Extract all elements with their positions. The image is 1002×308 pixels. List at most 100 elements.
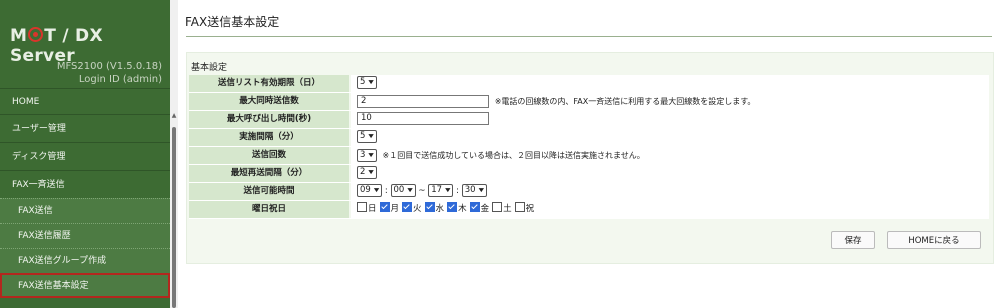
weekday-option[interactable]: 月 — [379, 202, 400, 214]
weekday-option[interactable]: 日 — [357, 202, 377, 214]
checkbox-icon[interactable] — [469, 202, 480, 212]
weekday-label: 祝 — [525, 204, 535, 214]
end-hour-select[interactable]: 17 ▼ — [428, 184, 454, 197]
send-count-select[interactable]: 3 ▼ — [357, 149, 377, 162]
main-content: FAX送信基本設定 基本設定 送信リスト有効期限（日） 5 ▼ 最大同時送信数 2… — [180, 0, 1002, 308]
weekday-option[interactable]: 木 — [447, 202, 467, 214]
field-value: 09 ▼ : 00 ▼ ~ 17 ▼ : 30 ▼ — [351, 183, 989, 200]
min-resend-select[interactable]: 2 ▼ — [357, 166, 377, 179]
time-colon: : — [456, 186, 460, 196]
weekday-option[interactable]: 火 — [402, 202, 422, 214]
select-value: 09 — [360, 185, 371, 195]
chevron-down-icon: ▼ — [368, 169, 374, 176]
form-row-send-count: 送信回数 3 ▼ ※１回目で送信成功している場合は、２回目以降は送信実施されません… — [189, 147, 989, 165]
scrollbar-thumb[interactable] — [172, 127, 176, 308]
field-label: 最短再送間隔（分） — [189, 165, 349, 182]
field-value: 2 ▼ — [351, 165, 989, 182]
field-label: 送信回数 — [189, 147, 349, 164]
chevron-down-icon: ▼ — [445, 187, 451, 194]
weekday-checkbox-group: 日月火水木金土祝 — [351, 201, 989, 218]
weekday-label: 火 — [413, 204, 422, 214]
checkbox-icon[interactable] — [379, 202, 390, 212]
submenu-item-fax-history[interactable]: FAX送信履歴 — [0, 223, 170, 248]
menu-item-user-management[interactable]: ユーザー管理 — [0, 114, 170, 142]
select-value: 5 — [360, 77, 366, 87]
weekday-label: 土 — [503, 204, 512, 214]
section-label: 基本設定 — [191, 63, 228, 73]
checkbox-icon[interactable] — [424, 202, 435, 212]
logo-o-icon — [28, 27, 44, 42]
sidebar: MT / DX Server MFS2100 (V1.5.0.18) Login… — [0, 0, 170, 308]
submenu-item-fax-basic-settings[interactable]: FAX送信基本設定 — [0, 273, 170, 298]
form-row-list-expiry: 送信リスト有効期限（日） 5 ▼ — [189, 75, 989, 93]
main-menu: HOME ユーザー管理 ディスク管理 FAX一斉送信 FAX送信 FAX送信履歴… — [0, 88, 170, 298]
select-value: 30 — [464, 185, 476, 195]
menu-item-disk-management[interactable]: ディスク管理 — [0, 142, 170, 170]
chevron-down-icon: ▼ — [407, 187, 413, 194]
select-value: 17 — [431, 185, 443, 195]
max-concurrent-note: ※電話の回線数の内、FAX一斉送信に利用する最大回線数を設定します。 — [494, 97, 756, 106]
login-id-text: Login ID (admin) — [78, 74, 162, 85]
menu-item-home[interactable]: HOME — [0, 88, 170, 114]
field-label: 最大同時送信数 — [189, 93, 349, 110]
field-value: 2 ※電話の回線数の内、FAX一斉送信に利用する最大回線数を設定します。 — [351, 93, 989, 110]
time-colon: : — [384, 186, 388, 196]
submenu-item-fax-group-create[interactable]: FAX送信グループ作成 — [0, 248, 170, 273]
submenu-item-fax-send[interactable]: FAX送信 — [0, 198, 170, 223]
save-button[interactable]: 保存 — [831, 231, 875, 249]
time-range-separator: ~ — [418, 186, 426, 196]
weekday-label: 月 — [390, 204, 400, 214]
field-value: 10 — [351, 111, 989, 128]
select-value: 2 — [360, 167, 366, 177]
title-divider — [186, 36, 992, 37]
field-value: 5 ▼ — [351, 129, 989, 146]
form-row-max-concurrent: 最大同時送信数 2 ※電話の回線数の内、FAX一斉送信に利用する最大回線数を設定… — [189, 93, 989, 111]
weekday-option[interactable]: 土 — [492, 202, 512, 214]
checkbox-icon[interactable] — [447, 202, 458, 212]
chevron-down-icon: ▼ — [478, 187, 484, 194]
field-label: 送信可能時間 — [189, 183, 349, 200]
checkbox-icon[interactable] — [357, 202, 367, 212]
chevron-down-icon: ▼ — [373, 187, 380, 194]
checkbox-icon[interactable] — [402, 202, 413, 212]
form-row-max-call-time: 最大呼び出し時間(秒) 10 — [189, 111, 989, 129]
interval-select[interactable]: 5 ▼ — [357, 130, 377, 143]
form-row-interval: 実施間隔（分） 5 ▼ — [189, 129, 989, 147]
page-title: FAX送信基本設定 — [185, 15, 280, 29]
form-row-send-hours: 送信可能時間 09 ▼ : 00 ▼ ~ 17 ▼ : 30 ▼ — [189, 183, 989, 201]
settings-form: 送信リスト有効期限（日） 5 ▼ 最大同時送信数 2 ※電話の回線数の内、FAX一… — [189, 75, 989, 219]
weekday-label: 木 — [458, 204, 467, 214]
max-concurrent-input[interactable]: 2 — [357, 95, 489, 108]
settings-panel: 基本設定 送信リスト有効期限（日） 5 ▼ 最大同時送信数 2 ※電話の回線数の内… — [186, 52, 994, 264]
end-minute-select[interactable]: 30 ▼ — [461, 184, 487, 197]
checkbox-icon[interactable] — [492, 202, 503, 212]
chevron-down-icon: ▼ — [368, 152, 374, 159]
select-value: 3 — [360, 150, 366, 160]
scroll-up-arrow-icon[interactable]: ▲ — [171, 113, 177, 119]
form-row-min-resend: 最短再送間隔（分） 2 ▼ — [189, 165, 989, 183]
weekday-option[interactable]: 金 — [469, 202, 490, 214]
weekday-option[interactable]: 水 — [424, 202, 445, 214]
weekday-label: 水 — [435, 204, 445, 214]
field-value: 5 ▼ — [351, 75, 989, 92]
brand-area: MT / DX Server — [0, 0, 170, 66]
form-row-weekdays: 曜日祝日 日 月 火 水 木 金 土 祝 — [189, 201, 989, 219]
version-info: MFS2100 (V1.5.0.18) Login ID (admin) — [57, 60, 162, 86]
chevron-down-icon: ▼ — [368, 133, 374, 140]
weekday-option[interactable]: 祝 — [514, 202, 535, 214]
chevron-down-icon: ▼ — [368, 79, 374, 86]
select-value: 00 — [393, 185, 405, 195]
menu-item-fax-broadcast[interactable]: FAX一斉送信 — [0, 170, 170, 198]
field-label: 実施間隔（分） — [189, 129, 349, 146]
start-hour-select[interactable]: 09 ▼ — [357, 184, 383, 197]
list-expiry-select[interactable]: 5 ▼ — [357, 76, 377, 89]
max-call-time-input[interactable]: 10 — [357, 112, 489, 125]
version-text: MFS2100 (V1.5.0.18) — [56, 61, 162, 72]
checkbox-icon[interactable] — [514, 202, 525, 212]
weekday-label: 日 — [368, 204, 377, 214]
field-label: 曜日祝日 — [189, 201, 349, 218]
start-minute-select[interactable]: 00 ▼ — [390, 184, 416, 197]
home-return-button[interactable]: HOMEに戻る — [887, 231, 981, 249]
select-value: 5 — [360, 131, 366, 141]
weekday-label: 金 — [480, 204, 490, 214]
